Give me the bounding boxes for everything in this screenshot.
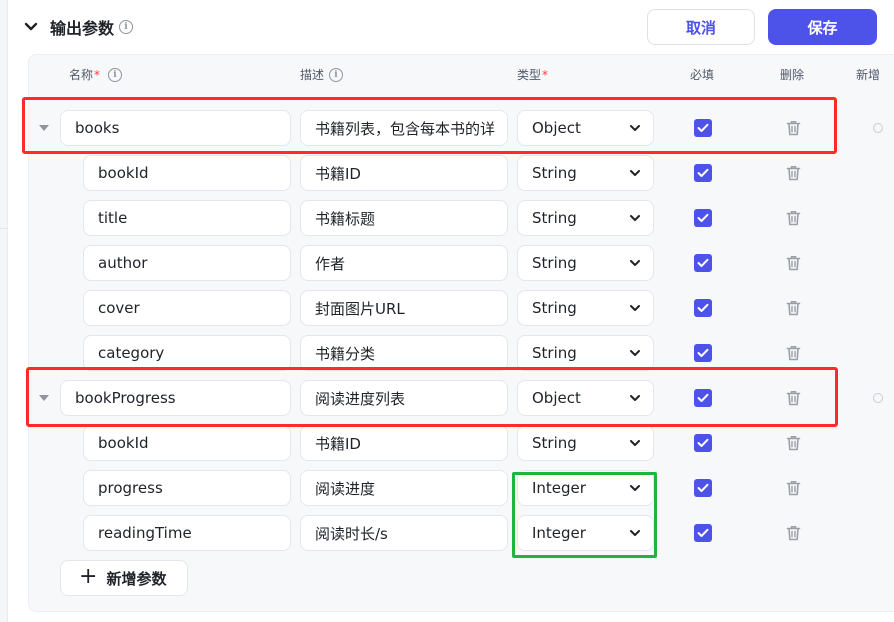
column-type-label: 类型 <box>517 68 542 82</box>
param-type-select[interactable]: String <box>517 290 654 326</box>
add-param-label: 新增参数 <box>106 569 167 588</box>
column-header-add-child: 新增 <box>856 66 894 83</box>
check-icon <box>697 483 709 492</box>
column-header-required: 必填 <box>690 66 714 83</box>
param-description-input[interactable]: 书籍ID <box>300 425 508 461</box>
highlight-box-bookprogress <box>26 367 838 427</box>
section-header: 输出参数 i <box>22 10 134 44</box>
chevron-down-icon <box>629 347 641 359</box>
add-child-icon[interactable] <box>873 393 883 403</box>
add-param-button[interactable]: + 新增参数 <box>60 560 188 596</box>
param-name-input[interactable]: cover <box>83 290 291 326</box>
check-icon <box>697 348 709 357</box>
required-checkbox[interactable] <box>694 254 712 272</box>
left-edge-panel <box>0 0 8 622</box>
param-type-select[interactable]: String <box>517 245 654 281</box>
trash-icon[interactable] <box>785 209 801 226</box>
trash-icon[interactable] <box>785 479 801 496</box>
param-name-input[interactable]: category <box>83 335 291 371</box>
column-header-name: 名称 * i <box>69 66 123 83</box>
param-type-select[interactable]: String <box>517 200 654 236</box>
trash-icon[interactable] <box>785 524 801 541</box>
required-checkbox[interactable] <box>694 524 712 542</box>
highlight-box-books <box>22 97 837 154</box>
column-header-type: 类型 * <box>517 66 548 83</box>
chevron-down-icon <box>629 437 641 449</box>
param-description-input[interactable]: 作者 <box>300 245 508 281</box>
param-type-value: String <box>532 299 577 317</box>
trash-icon[interactable] <box>785 434 801 451</box>
left-edge-divider <box>0 228 8 229</box>
param-name-input[interactable]: bookId <box>83 155 291 191</box>
param-description-input[interactable]: 封面图片URL <box>300 290 508 326</box>
param-description-input[interactable]: 书籍ID <box>300 155 508 191</box>
chevron-down-icon <box>629 302 641 314</box>
column-required-label: 必填 <box>690 68 715 82</box>
param-type-select[interactable]: String <box>517 155 654 191</box>
column-header-delete: 删除 <box>780 66 804 83</box>
column-delete-label: 删除 <box>780 68 805 82</box>
info-icon[interactable]: i <box>108 67 123 82</box>
plus-icon: + <box>79 564 98 589</box>
param-name-input[interactable]: author <box>83 245 291 281</box>
save-button[interactable]: 保存 <box>768 9 877 45</box>
param-description-input[interactable]: 阅读进度 <box>300 470 508 506</box>
param-type-select[interactable]: String <box>517 335 654 371</box>
param-name-input[interactable]: progress <box>83 470 291 506</box>
param-type-select[interactable]: String <box>517 425 654 461</box>
highlight-box-integer-types <box>512 472 657 558</box>
required-checkbox[interactable] <box>694 299 712 317</box>
trash-icon[interactable] <box>785 164 801 181</box>
chevron-down-icon <box>629 167 641 179</box>
check-icon <box>697 528 709 537</box>
check-icon <box>697 303 709 312</box>
param-description-input[interactable]: 书籍标题 <box>300 200 508 236</box>
info-icon[interactable]: i <box>329 67 344 82</box>
param-description-input[interactable]: 书籍分类 <box>300 335 508 371</box>
required-checkbox[interactable] <box>694 344 712 362</box>
required-checkbox[interactable] <box>694 479 712 497</box>
chevron-down-icon <box>629 257 641 269</box>
column-add-child-label: 新增 <box>856 68 881 82</box>
trash-icon[interactable] <box>785 299 801 316</box>
param-name-input[interactable]: title <box>83 200 291 236</box>
column-name-label: 名称 <box>69 68 94 82</box>
check-icon <box>697 258 709 267</box>
check-icon <box>697 168 709 177</box>
cancel-button[interactable]: 取消 <box>647 9 755 45</box>
column-header-description: 描述 i <box>300 66 344 83</box>
collapse-chevron-icon[interactable] <box>22 18 40 36</box>
param-name-input[interactable]: bookId <box>83 425 291 461</box>
check-icon <box>697 438 709 447</box>
section-title: 输出参数 <box>50 19 115 38</box>
required-checkbox[interactable] <box>694 434 712 452</box>
required-checkbox[interactable] <box>694 209 712 227</box>
param-type-value: String <box>532 254 577 272</box>
chevron-down-icon <box>629 212 641 224</box>
param-type-value: String <box>532 164 577 182</box>
required-asterisk: * <box>542 67 549 82</box>
trash-icon[interactable] <box>785 254 801 271</box>
param-type-value: String <box>532 434 577 452</box>
check-icon <box>697 213 709 222</box>
param-name-input[interactable]: readingTime <box>83 515 291 551</box>
info-icon[interactable]: i <box>119 20 134 34</box>
param-type-value: String <box>532 344 577 362</box>
param-type-value: String <box>532 209 577 227</box>
param-description-input[interactable]: 阅读时长/s <box>300 515 508 551</box>
column-description-label: 描述 <box>300 68 325 82</box>
required-asterisk: * <box>94 67 101 82</box>
add-child-icon[interactable] <box>873 123 883 133</box>
required-checkbox[interactable] <box>694 164 712 182</box>
trash-icon[interactable] <box>785 344 801 361</box>
